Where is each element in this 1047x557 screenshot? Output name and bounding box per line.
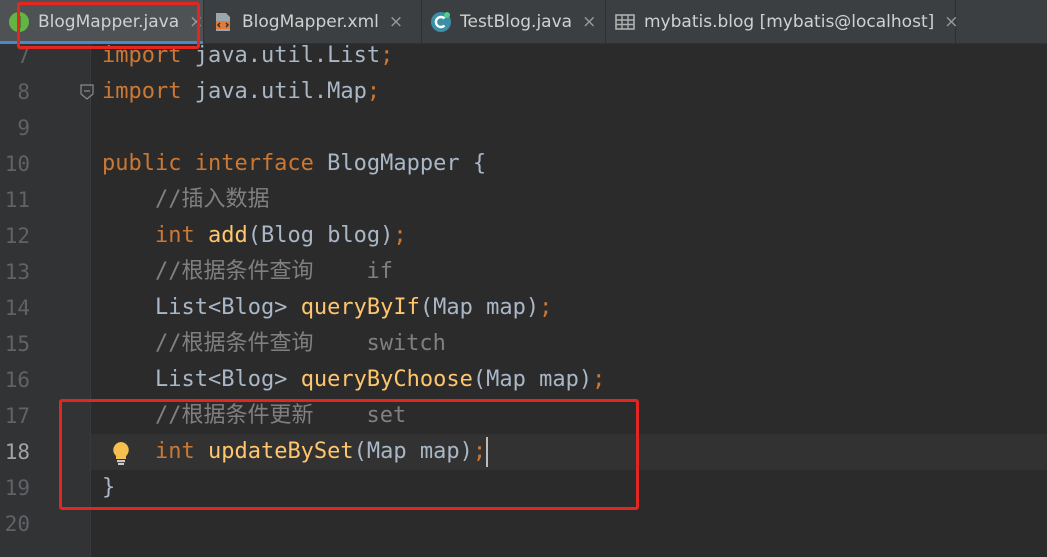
code-text: //根据条件更新 set <box>102 398 406 434</box>
code-line[interactable]: 11 //插入数据 <box>0 182 1047 218</box>
close-icon[interactable]: × <box>582 12 596 32</box>
code-line[interactable]: 14 List<Blog> queryByIf(Map map); <box>0 290 1047 326</box>
code-token: add <box>207 223 248 248</box>
code-line-background: public interface BlogMapper { <box>91 146 1047 182</box>
code-token: import <box>102 79 182 104</box>
code-text: import java.util.Map; <box>102 74 380 110</box>
code-text: import java.util.List; <box>102 38 393 74</box>
code-line[interactable]: 9 <box>0 110 1047 146</box>
text-caret <box>486 437 489 467</box>
xml-file-icon <box>216 13 230 31</box>
code-token: ; <box>380 43 394 68</box>
code-text: //根据条件查询 switch <box>102 326 446 362</box>
code-line-background: //插入数据 <box>91 182 1047 218</box>
code-token: queryByChoose <box>300 367 473 392</box>
line-number: 13 <box>4 260 30 284</box>
code-token: //根据条件查询 switch <box>102 331 446 356</box>
code-text: List<Blog> queryByChoose(Map map); <box>102 362 605 398</box>
code-line[interactable]: 8 import java.util.Map; <box>0 74 1047 110</box>
code-line-background <box>91 506 1047 542</box>
code-line-background <box>91 110 1047 146</box>
line-number: 10 <box>4 152 30 176</box>
code-token: queryByIf <box>300 295 420 320</box>
code-token: public interface <box>102 151 328 176</box>
line-number: 7 <box>17 44 30 68</box>
code-token: List<Blog> <box>102 295 301 320</box>
code-token: java.util.Map <box>181 79 367 104</box>
code-line[interactable]: 20 <box>0 506 1047 542</box>
line-number: 18 <box>4 440 30 464</box>
table-icon <box>615 14 635 30</box>
line-number: 12 <box>4 224 30 248</box>
code-text: int add(Blog blog); <box>102 218 407 254</box>
line-number: 19 <box>4 476 30 500</box>
code-token: int <box>102 223 208 248</box>
code-line[interactable]: 7 import java.util.List; <box>0 38 1047 74</box>
code-token: ; <box>366 79 381 104</box>
line-number: 20 <box>4 512 30 536</box>
line-number: 11 <box>4 188 30 212</box>
code-token: //插入数据 <box>102 187 270 212</box>
line-number: 15 <box>4 332 30 356</box>
code-token: import <box>102 43 182 68</box>
code-token: //根据条件更新 set <box>102 403 407 428</box>
close-icon[interactable]: × <box>189 12 203 32</box>
close-icon[interactable]: × <box>944 12 958 32</box>
code-line[interactable]: 13 //根据条件查询 if <box>0 254 1047 290</box>
code-text: //插入数据 <box>102 182 270 218</box>
code-line[interactable]: 15 //根据条件查询 switch <box>0 326 1047 362</box>
code-line-background: List<Blog> queryByChoose(Map map); <box>91 362 1047 398</box>
fold-marker-icon[interactable] <box>80 84 94 100</box>
code-line-background: //根据条件查询 if <box>91 254 1047 290</box>
code-line-background: //根据条件更新 set <box>91 398 1047 434</box>
code-text: public interface BlogMapper { <box>102 146 486 182</box>
line-number: 17 <box>4 404 30 428</box>
tab-label: TestBlog.java <box>460 12 573 32</box>
code-line[interactable]: 19} <box>0 470 1047 506</box>
code-token: //根据条件查询 if <box>102 259 393 284</box>
tab-label: BlogMapper.xml <box>242 12 379 32</box>
interface-icon <box>9 12 29 32</box>
code-line-background: int add(Blog blog); <box>91 218 1047 254</box>
code-token: (Map map) <box>353 439 473 464</box>
code-token: ; <box>592 367 606 392</box>
line-number: 8 <box>17 80 30 104</box>
code-text: } <box>102 470 115 506</box>
close-icon[interactable]: × <box>389 12 403 32</box>
code-line[interactable]: 16 List<Blog> queryByChoose(Map map); <box>0 362 1047 398</box>
lightbulb-icon[interactable] <box>110 440 132 466</box>
code-line-background: import java.util.List; <box>91 38 1047 74</box>
code-token: java.util.List <box>181 43 381 68</box>
code-line[interactable]: 18 int updateBySet(Map map); <box>0 434 1047 470</box>
code-line[interactable]: 10 public interface BlogMapper { <box>0 146 1047 182</box>
code-token: updateBySet <box>207 439 354 464</box>
code-line-background: int updateBySet(Map map); <box>91 434 1047 470</box>
code-token: (Map map) <box>419 295 540 320</box>
code-token: List<Blog> <box>102 367 301 392</box>
code-token: (Blog blog) <box>247 223 394 248</box>
tab-label: mybatis.blog [mybatis@localhost] <box>644 12 935 32</box>
code-token: ; <box>472 439 487 464</box>
line-number: 9 <box>17 116 30 140</box>
line-number: 14 <box>4 296 30 320</box>
code-line[interactable]: 17 //根据条件更新 set <box>0 398 1047 434</box>
class-icon <box>431 12 451 32</box>
code-line-background: //根据条件查询 switch <box>91 326 1047 362</box>
code-line-background: List<Blog> queryByIf(Map map); <box>91 290 1047 326</box>
code-text: List<Blog> queryByIf(Map map); <box>102 290 552 326</box>
line-number: 16 <box>4 368 30 392</box>
code-token: BlogMapper { <box>327 151 487 176</box>
code-token: ; <box>393 223 407 248</box>
code-line-background: } <box>91 470 1047 506</box>
code-token: (Map map) <box>472 367 593 392</box>
code-line-background: import java.util.Map; <box>91 74 1047 110</box>
code-token: ; <box>539 295 553 320</box>
code-line[interactable]: 12 int add(Blog blog); <box>0 218 1047 254</box>
code-text: int updateBySet(Map map); <box>102 434 489 470</box>
tab-label: BlogMapper.java <box>38 12 180 32</box>
code-token: } <box>102 475 116 500</box>
code-text: //根据条件查询 if <box>102 254 393 290</box>
